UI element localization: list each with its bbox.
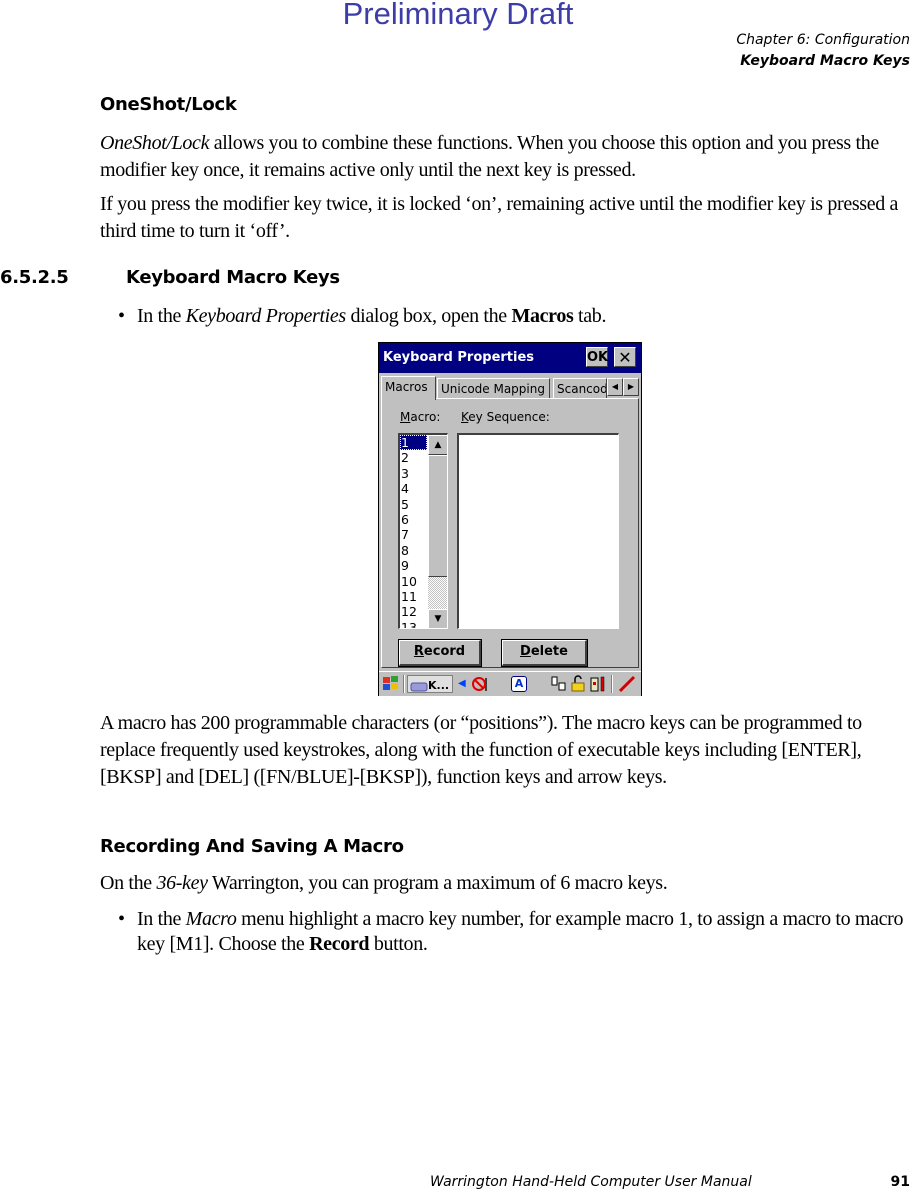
macro-listbox[interactable]: 1 2 3 4 5 6 7 8 9 10 11 12 13 ▲ ▼ — [398, 433, 448, 629]
battery-icon[interactable] — [589, 675, 607, 693]
text: In the — [137, 908, 186, 930]
tab-unicode-mapping[interactable]: Unicode Mapping — [437, 378, 550, 398]
tab-macros[interactable]: Macros — [381, 376, 436, 400]
button-name: Record — [309, 933, 370, 955]
text: Warrington, you can program a maximum of… — [207, 872, 668, 894]
oneshot-heading: OneShot/Lock — [100, 94, 237, 115]
text: ey Sequence: — [468, 410, 550, 424]
macro-list-item[interactable]: 3 — [400, 466, 427, 481]
macro-list-item[interactable]: 12 — [400, 604, 427, 619]
key-sequence-label: Key Sequence: — [461, 410, 550, 424]
macro-list-item[interactable]: 7 — [400, 527, 427, 542]
macro-list-item[interactable]: 8 — [400, 543, 427, 558]
bullet-record-macro: • In the Macro menu highlight a macro ke… — [118, 907, 914, 957]
section-number: 6.5.2.5 — [0, 267, 69, 288]
text: ecord — [423, 644, 466, 659]
pen-icon[interactable] — [617, 675, 637, 693]
ok-button[interactable]: OK — [586, 347, 608, 367]
watermark: Preliminary Draft — [342, 0, 574, 31]
macro-list-item[interactable]: 5 — [400, 497, 427, 512]
oneshot-paragraph-1: OneShot/Lock allows you to combine these… — [100, 130, 914, 184]
macro-list-item[interactable]: 11 — [400, 589, 427, 604]
macro-description-paragraph: A macro has 200 programmable characters … — [100, 712, 862, 788]
dialog-titlebar: Keyboard Properties OK ✕ — [379, 343, 641, 373]
macro-list-item[interactable]: 6 — [400, 512, 427, 527]
bullet-marker: • — [118, 908, 125, 930]
text: elete — [530, 644, 568, 659]
tab-scancodes[interactable]: Scancodes — [553, 378, 607, 398]
recording-heading: Recording And Saving A Macro — [100, 836, 404, 857]
text: menu highlight a macro key number, for e… — [137, 908, 904, 955]
tab-strip: Macros Unicode Mapping Scancodes ◀ ▶ — [381, 376, 639, 400]
taskbar: K... ◀ A — [379, 671, 641, 696]
scroll-up-icon[interactable]: ▲ — [428, 435, 447, 455]
macro-list-item[interactable]: 4 — [400, 481, 427, 496]
dialog-name: Keyboard Properties — [185, 305, 347, 327]
record-button[interactable]: Record — [398, 639, 482, 667]
macro-list-item[interactable]: 1 — [400, 435, 427, 451]
macro-list-item[interactable]: 2 — [400, 450, 427, 465]
task-label: K... — [428, 679, 450, 692]
tab-name: Macros — [511, 305, 574, 327]
menu-name: Macro — [185, 908, 237, 930]
dialog-title: Keyboard Properties — [383, 350, 535, 365]
macro-list-item[interactable]: 10 — [400, 574, 427, 589]
macro-list-item[interactable]: 13 — [400, 620, 427, 628]
recording-paragraph: On the 36-key Warrington, you can progra… — [100, 870, 914, 897]
macro-list-item[interactable]: 9 — [400, 558, 427, 573]
macro-label: Macro: — [400, 410, 440, 424]
scroll-down-icon[interactable]: ▼ — [428, 609, 447, 628]
text: button. — [369, 933, 428, 955]
scroll-thumb[interactable] — [428, 455, 447, 577]
key-sequence-field[interactable] — [457, 433, 619, 629]
accel: R — [413, 644, 424, 659]
no-signal-icon[interactable] — [471, 675, 489, 693]
keyboard-properties-dialog: Keyboard Properties OK ✕ Macros Unicode … — [378, 342, 642, 696]
keyboard-icon — [410, 682, 428, 691]
oneshot-paragraph-2: If you press the modifier key twice, it … — [100, 193, 899, 242]
close-button[interactable]: ✕ — [614, 347, 636, 367]
section-heading: 6.5.2.5 Keyboard Macro Keys — [0, 267, 340, 288]
text: tab. — [573, 305, 607, 327]
running-head-section: Keyboard Macro Keys — [740, 53, 910, 69]
section-title: Keyboard Macro Keys — [126, 267, 340, 288]
tab-scroll-left-icon[interactable]: ◀ — [607, 378, 623, 396]
oneshot-term: OneShot/Lock — [100, 132, 210, 154]
page-number: 91 — [890, 1174, 910, 1190]
macro-list-scrollbar[interactable]: ▲ ▼ — [428, 435, 447, 628]
accel: M — [400, 410, 411, 424]
windows-flag-icon[interactable] — [381, 675, 401, 693]
taskbar-task-button[interactable]: K... — [407, 675, 453, 693]
oneshot-paragraph-1-text: allows you to combine these functions. W… — [100, 132, 879, 181]
input-mode-icon[interactable]: A — [511, 676, 527, 692]
bullet-marker: • — [118, 305, 125, 327]
lock-icon[interactable] — [570, 675, 586, 693]
text: On the — [100, 872, 157, 894]
text: dialog box, open the — [345, 305, 512, 327]
accel: D — [520, 644, 531, 659]
text: acro: — [410, 410, 441, 424]
running-head-chapter: Chapter 6: Configuration — [736, 32, 910, 48]
network-icon[interactable] — [550, 675, 568, 693]
text: In the — [137, 305, 186, 327]
running-head: Chapter 6: Configuration Keyboard Macro … — [736, 30, 910, 72]
tab-scroll-right-icon[interactable]: ▶ — [623, 378, 639, 396]
delete-button[interactable]: Delete — [501, 639, 588, 667]
footer-title: Warrington Hand-Held Computer User Manua… — [430, 1174, 752, 1190]
tray-arrow-icon[interactable]: ◀ — [458, 675, 466, 693]
keypad-type: 36-key — [156, 872, 208, 894]
bullet-open-macros-tab: • In the Keyboard Properties dialog box,… — [118, 304, 914, 329]
